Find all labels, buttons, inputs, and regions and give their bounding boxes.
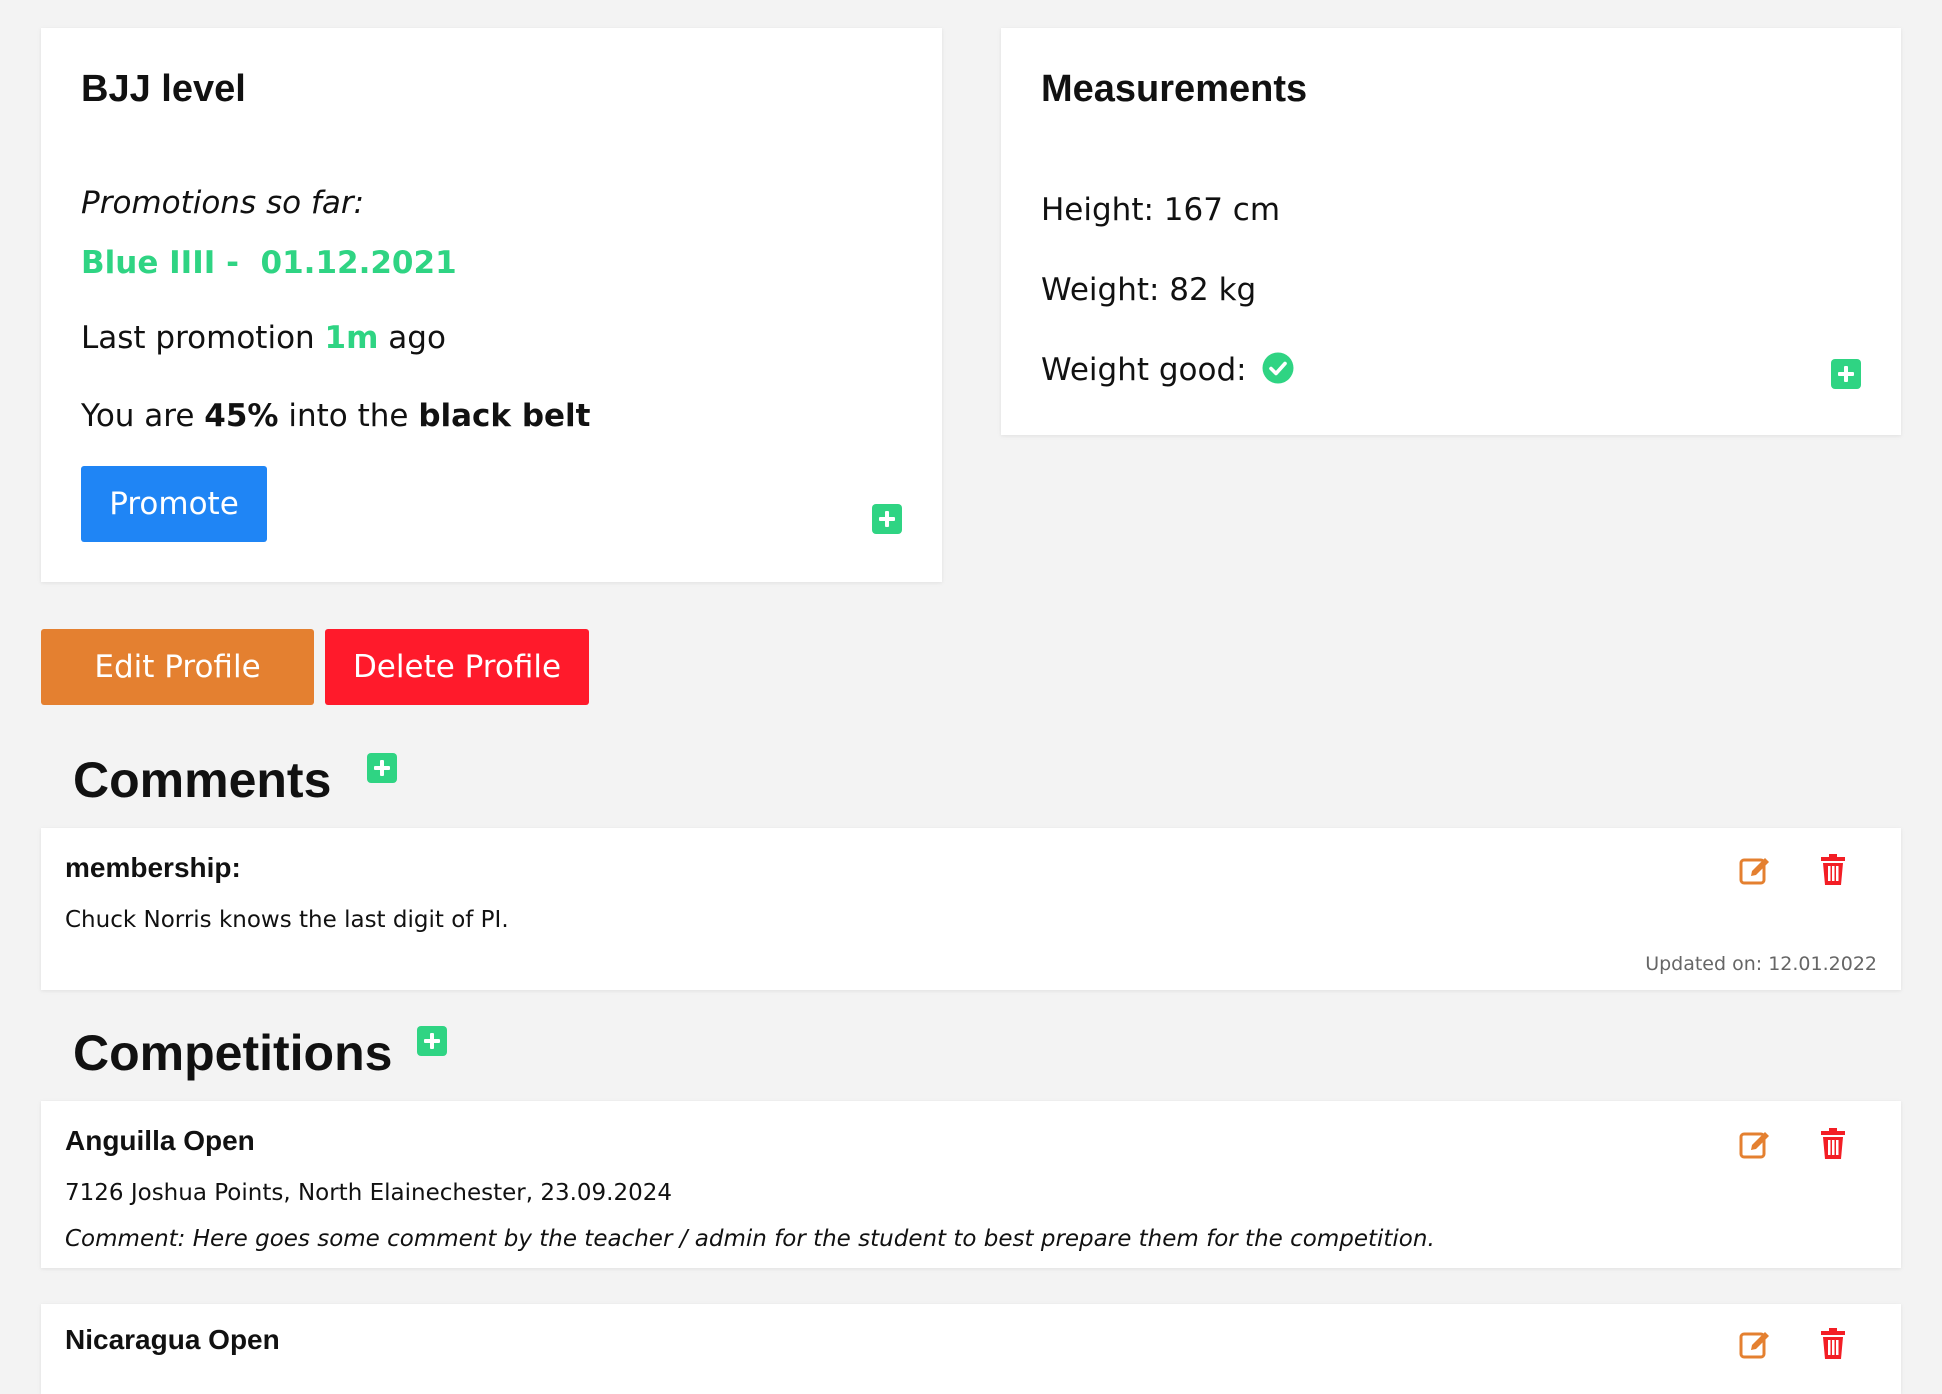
last-promotion-suffix: ago	[378, 320, 446, 356]
promote-button[interactable]: Promote	[81, 466, 267, 542]
progress-prefix: You are	[81, 398, 205, 434]
trash-icon[interactable]	[1816, 853, 1850, 887]
comment-updated: Updated on: 12.01.2022	[1645, 953, 1877, 975]
competition-details: 7126 Joshua Points, North Elainechester,…	[65, 1180, 673, 1206]
comment-text: Chuck Norris knows the last digit of PI.	[65, 907, 509, 933]
last-promotion-value: 1m	[324, 320, 379, 356]
check-circle-icon	[1262, 352, 1294, 384]
progress-target: black belt	[418, 398, 591, 434]
competition-comment: Comment: Here goes some comment by the t…	[65, 1226, 1435, 1252]
trash-icon[interactable]	[1816, 1127, 1850, 1161]
trash-icon[interactable]	[1816, 1327, 1850, 1361]
weight-good-row: Weight good:	[1041, 352, 1294, 388]
delete-profile-button[interactable]: Delete Profile	[325, 629, 589, 705]
height-value: Height: 167 cm	[1041, 192, 1281, 228]
edit-icon[interactable]	[1738, 853, 1772, 887]
edit-icon[interactable]	[1738, 1327, 1772, 1361]
comment-title: membership:	[65, 852, 241, 883]
weight-value: Weight: 82 kg	[1041, 272, 1257, 308]
competition-title: Anguilla Open	[65, 1125, 255, 1156]
competition-card: Anguilla Open 7126 Joshua Points, North …	[41, 1101, 1901, 1268]
promotion-entry: Blue IIII - 01.12.2021	[81, 245, 457, 281]
add-comment-plus-icon[interactable]	[367, 753, 397, 783]
measurements-card: Measurements Height: 167 cm Weight: 82 k…	[1001, 28, 1901, 435]
bjj-level-card: BJJ level Promotions so far: Blue IIII -…	[41, 28, 942, 582]
promotions-label: Promotions so far:	[81, 185, 365, 221]
measurements-title: Measurements	[1041, 68, 1308, 110]
edit-profile-button[interactable]: Edit Profile	[41, 629, 314, 705]
bjj-level-title: BJJ level	[81, 68, 246, 110]
plus-square-icon[interactable]	[872, 504, 902, 534]
plus-square-icon[interactable]	[1831, 359, 1861, 389]
last-promotion-prefix: Last promotion	[81, 320, 325, 356]
comments-title: Comments	[73, 752, 332, 808]
add-competition-plus-icon[interactable]	[417, 1026, 447, 1056]
weight-good-label: Weight good:	[1041, 352, 1247, 388]
belt-progress-text: You are 45% into the black belt	[81, 398, 591, 434]
progress-middle: into the	[278, 398, 419, 434]
competition-title: Nicaragua Open	[65, 1324, 280, 1355]
competitions-title: Competitions	[73, 1025, 393, 1081]
progress-value: 45%	[204, 398, 279, 434]
edit-icon[interactable]	[1738, 1127, 1772, 1161]
comment-card: membership: Chuck Norris knows the last …	[41, 828, 1901, 990]
last-promotion-text: Last promotion 1m ago	[81, 320, 446, 356]
competition-card: Nicaragua Open	[41, 1304, 1901, 1394]
